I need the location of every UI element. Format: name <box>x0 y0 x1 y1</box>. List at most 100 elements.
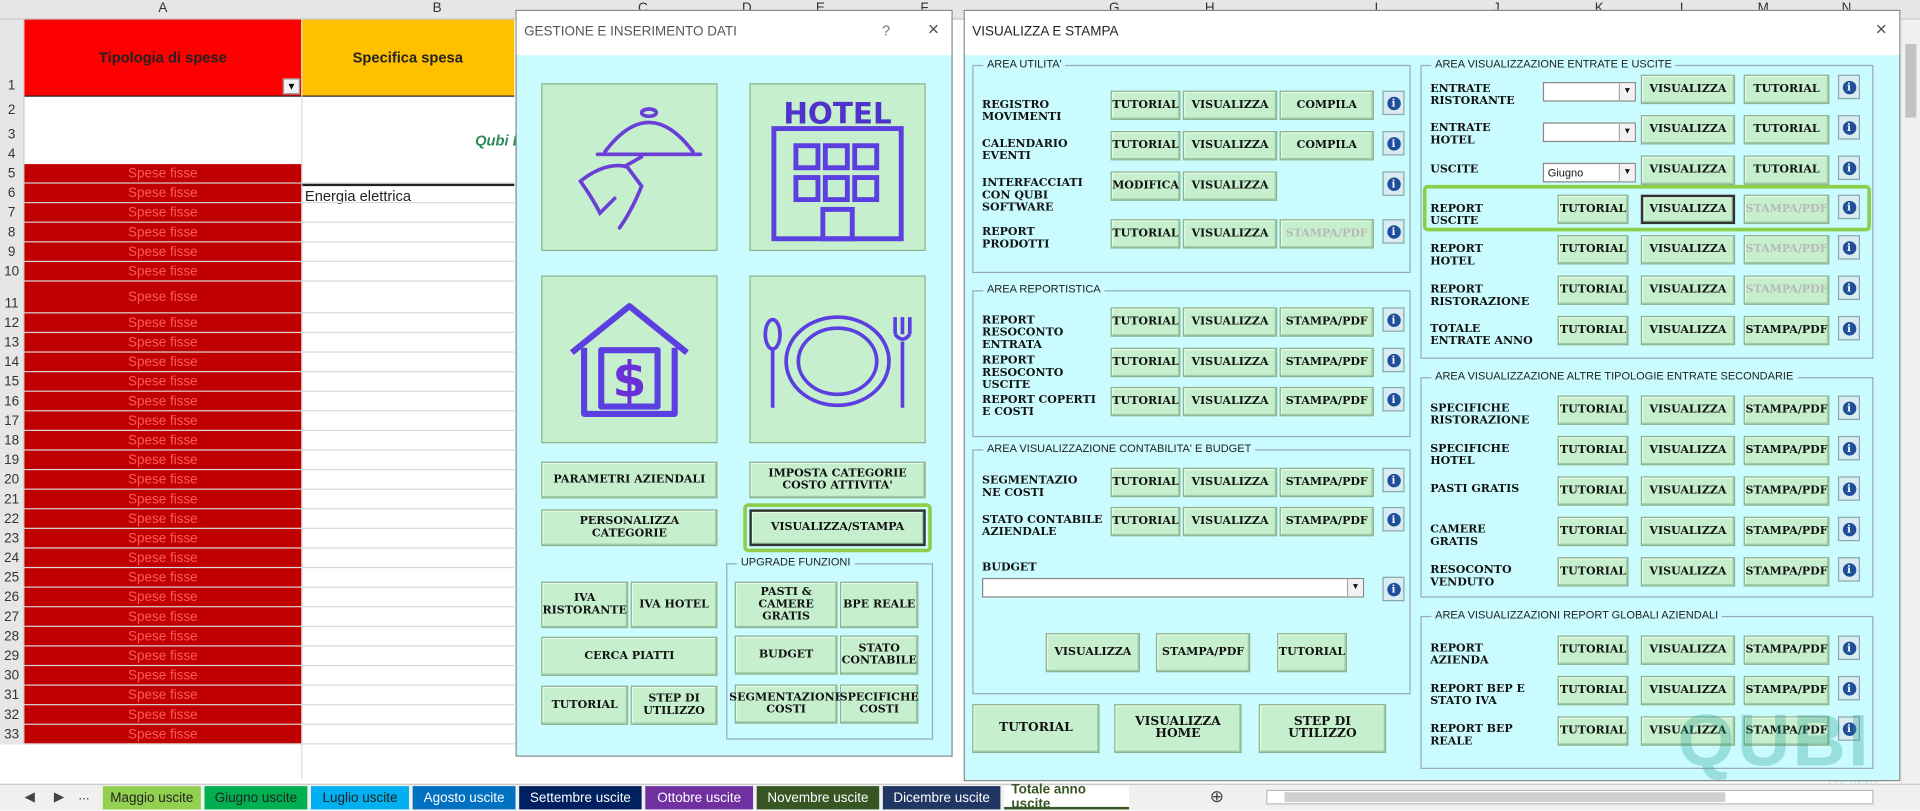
entrata-info-icon[interactable]: i <box>1382 307 1405 332</box>
row-header-22[interactable]: 22 <box>0 509 25 529</box>
row-header-13[interactable]: 13 <box>0 333 25 353</box>
cell-a-10[interactable]: Spese fisse <box>24 262 302 282</box>
prodotti-stampa-button[interactable]: STAMPA/PDF <box>1279 219 1374 249</box>
registro-visualizza-button[interactable]: VISUALIZZA <box>1182 90 1278 121</box>
segmentazione-stampa-button[interactable]: STAMPA/PDF <box>1279 467 1374 498</box>
interfacciati-modifica-button[interactable]: MODIFICA <box>1110 171 1181 201</box>
sheet-tab-3[interactable]: Agosto uscite <box>412 786 516 810</box>
row-header-8[interactable]: 8 <box>0 222 25 243</box>
report-uscite-tutorial-button[interactable]: TUTORIAL <box>1557 194 1629 225</box>
row-header-18[interactable]: 18 <box>0 431 25 451</box>
row-header-29[interactable]: 29 <box>0 646 25 667</box>
close-icon[interactable]: × <box>1875 20 1886 42</box>
cell-a-15[interactable]: Spese fisse <box>24 372 302 392</box>
col-a[interactable]: A <box>24 1 301 16</box>
row-header-12[interactable]: 12 <box>0 313 25 334</box>
altre-tutorial-button-1[interactable]: TUTORIAL <box>1557 435 1629 466</box>
totale-tutorial-button[interactable]: TUTORIAL <box>1557 315 1629 346</box>
header-tipologia[interactable]: Tipologia di spese <box>24 19 302 96</box>
sheet-tab-7[interactable]: Dicembre uscite <box>882 786 1001 810</box>
step-di-utilizzo-button[interactable]: STEP DI UTILIZZO <box>630 685 718 725</box>
cash-house-tile-button[interactable]: $ <box>541 275 718 444</box>
personalizza-categorie-button[interactable]: PERSONALIZZA CATEGORIE <box>541 509 718 547</box>
cell-a-23[interactable]: Spese fisse <box>24 528 302 549</box>
row-header-20[interactable]: 20 <box>0 470 25 490</box>
tab-next-icon[interactable]: ▶ <box>54 789 64 805</box>
cell-a-22[interactable]: Spese fisse <box>24 509 302 529</box>
tab-ellipsis[interactable]: ... <box>78 789 89 804</box>
globali-tutorial-button-2[interactable]: TUTORIAL <box>1557 716 1629 746</box>
altre-visualizza-button-1[interactable]: VISUALIZZA <box>1640 435 1736 466</box>
stato-info-icon[interactable]: i <box>1382 506 1405 532</box>
report-ristorazione-info-icon[interactable]: i <box>1837 275 1861 301</box>
altre-info-icon-3[interactable]: i <box>1837 516 1861 542</box>
altre-stampa-button-4[interactable]: STAMPA/PDF <box>1743 557 1830 587</box>
globali-info-icon-1[interactable]: i <box>1837 675 1861 701</box>
uscite-tutorial-button[interactable]: TUTORIAL <box>1110 347 1181 378</box>
row-header-21[interactable]: 21 <box>0 489 25 510</box>
dining-tile-button[interactable] <box>749 275 926 444</box>
entrata-tutorial-button[interactable]: TUTORIAL <box>1110 307 1181 337</box>
altre-visualizza-button-4[interactable]: VISUALIZZA <box>1640 557 1736 587</box>
entrate-ristorante-visualizza-button[interactable]: VISUALIZZA <box>1640 74 1736 105</box>
pasti-camere-button[interactable]: PASTI & CAMERE GRATIS <box>734 581 838 629</box>
row-header-5[interactable]: 5 <box>0 164 25 184</box>
cell-a-27[interactable]: Spese fisse <box>24 607 302 627</box>
uscite-stampa-button[interactable]: STAMPA/PDF <box>1279 347 1374 378</box>
altre-tutorial-button-0[interactable]: TUTORIAL <box>1557 395 1629 425</box>
coperti-tutorial-button[interactable]: TUTORIAL <box>1110 386 1181 417</box>
entrate-hotel-combo[interactable]: ▼ <box>1542 122 1636 143</box>
altre-tutorial-button-4[interactable]: TUTORIAL <box>1557 557 1629 587</box>
row-header-31[interactable]: 31 <box>0 685 25 706</box>
sheet-tab-8[interactable]: Totale anno uscite <box>1004 782 1129 811</box>
cell-a-20[interactable]: Spese fisse <box>24 470 302 490</box>
row-header-17[interactable]: 17 <box>0 411 25 432</box>
waiter-tile-button[interactable] <box>541 83 718 252</box>
bpe-reale-button[interactable]: BPE REALE <box>840 581 919 629</box>
vertical-scrollbar[interactable] <box>1900 19 1920 784</box>
altre-info-icon-0[interactable]: i <box>1837 395 1861 421</box>
coperti-stampa-button[interactable]: STAMPA/PDF <box>1279 386 1374 417</box>
budget-tutorial-button[interactable]: TUTORIAL <box>1277 633 1347 673</box>
bottom-tutorial-button[interactable]: TUTORIAL <box>972 704 1100 754</box>
entrate-hotel-tutorial-button[interactable]: TUTORIAL <box>1743 115 1830 145</box>
add-sheet-icon[interactable]: ⊕ <box>1210 786 1224 807</box>
interfacciati-info-icon[interactable]: i <box>1382 171 1405 196</box>
uscite-info-icon[interactable]: i <box>1837 155 1861 181</box>
altre-info-icon-4[interactable]: i <box>1837 557 1861 582</box>
row-header-26[interactable]: 26 <box>0 587 25 608</box>
header-specifica[interactable]: Specifica spesa <box>301 19 515 96</box>
report-ristorazione-visualizza-button[interactable]: VISUALIZZA <box>1640 275 1736 305</box>
row-header-15[interactable]: 15 <box>0 372 25 392</box>
altre-stampa-button-3[interactable]: STAMPA/PDF <box>1743 516 1830 547</box>
parametri-aziendali-button[interactable]: PARAMETRI AZIENDALI <box>541 461 718 499</box>
cell-a-26[interactable]: Spese fisse <box>24 587 302 608</box>
altre-visualizza-button-0[interactable]: VISUALIZZA <box>1640 395 1736 425</box>
altre-tutorial-button-2[interactable]: TUTORIAL <box>1557 476 1629 506</box>
cell-a-17[interactable]: Spese fisse <box>24 411 302 432</box>
stato-visualizza-button[interactable]: VISUALIZZA <box>1182 506 1278 537</box>
row-header-1[interactable]: 1 <box>0 19 25 96</box>
row-header-7[interactable]: 7 <box>0 203 25 223</box>
row-header-9[interactable]: 9 <box>0 242 25 263</box>
sheet-tab-5[interactable]: Ottobre uscite <box>645 786 754 810</box>
cell-a-14[interactable]: Spese fisse <box>24 352 302 373</box>
cell-a-33[interactable]: Spese fisse <box>24 724 302 745</box>
entrate-ristorante-combo[interactable]: ▼ <box>1542 82 1636 102</box>
sheet-tab-6[interactable]: Novembre uscite <box>756 786 880 810</box>
row-header-14[interactable]: 14 <box>0 352 25 373</box>
altre-stampa-button-2[interactable]: STAMPA/PDF <box>1743 476 1830 506</box>
stato-contabile-button[interactable]: STATO CONTABILE <box>840 635 919 675</box>
sheet-tab-0[interactable]: Maggio uscite <box>102 786 201 810</box>
row-header-24[interactable]: 24 <box>0 548 25 569</box>
altre-stampa-button-0[interactable]: STAMPA/PDF <box>1743 395 1830 425</box>
cell-a-5[interactable]: Spese fisse <box>24 164 302 184</box>
chevron-down-icon[interactable]: ▼ <box>1346 579 1363 597</box>
budget-combo[interactable]: ▼ <box>982 577 1365 598</box>
registro-info-icon[interactable]: i <box>1382 90 1405 116</box>
report-ristorazione-stampa-button[interactable]: STAMPA/PDF <box>1743 275 1830 305</box>
row-header-32[interactable]: 32 <box>0 705 25 725</box>
cell-a-21[interactable]: Spese fisse <box>24 489 302 510</box>
sheet-tab-4[interactable]: Settembre uscite <box>519 786 642 810</box>
prodotti-tutorial-button[interactable]: TUTORIAL <box>1110 219 1181 249</box>
